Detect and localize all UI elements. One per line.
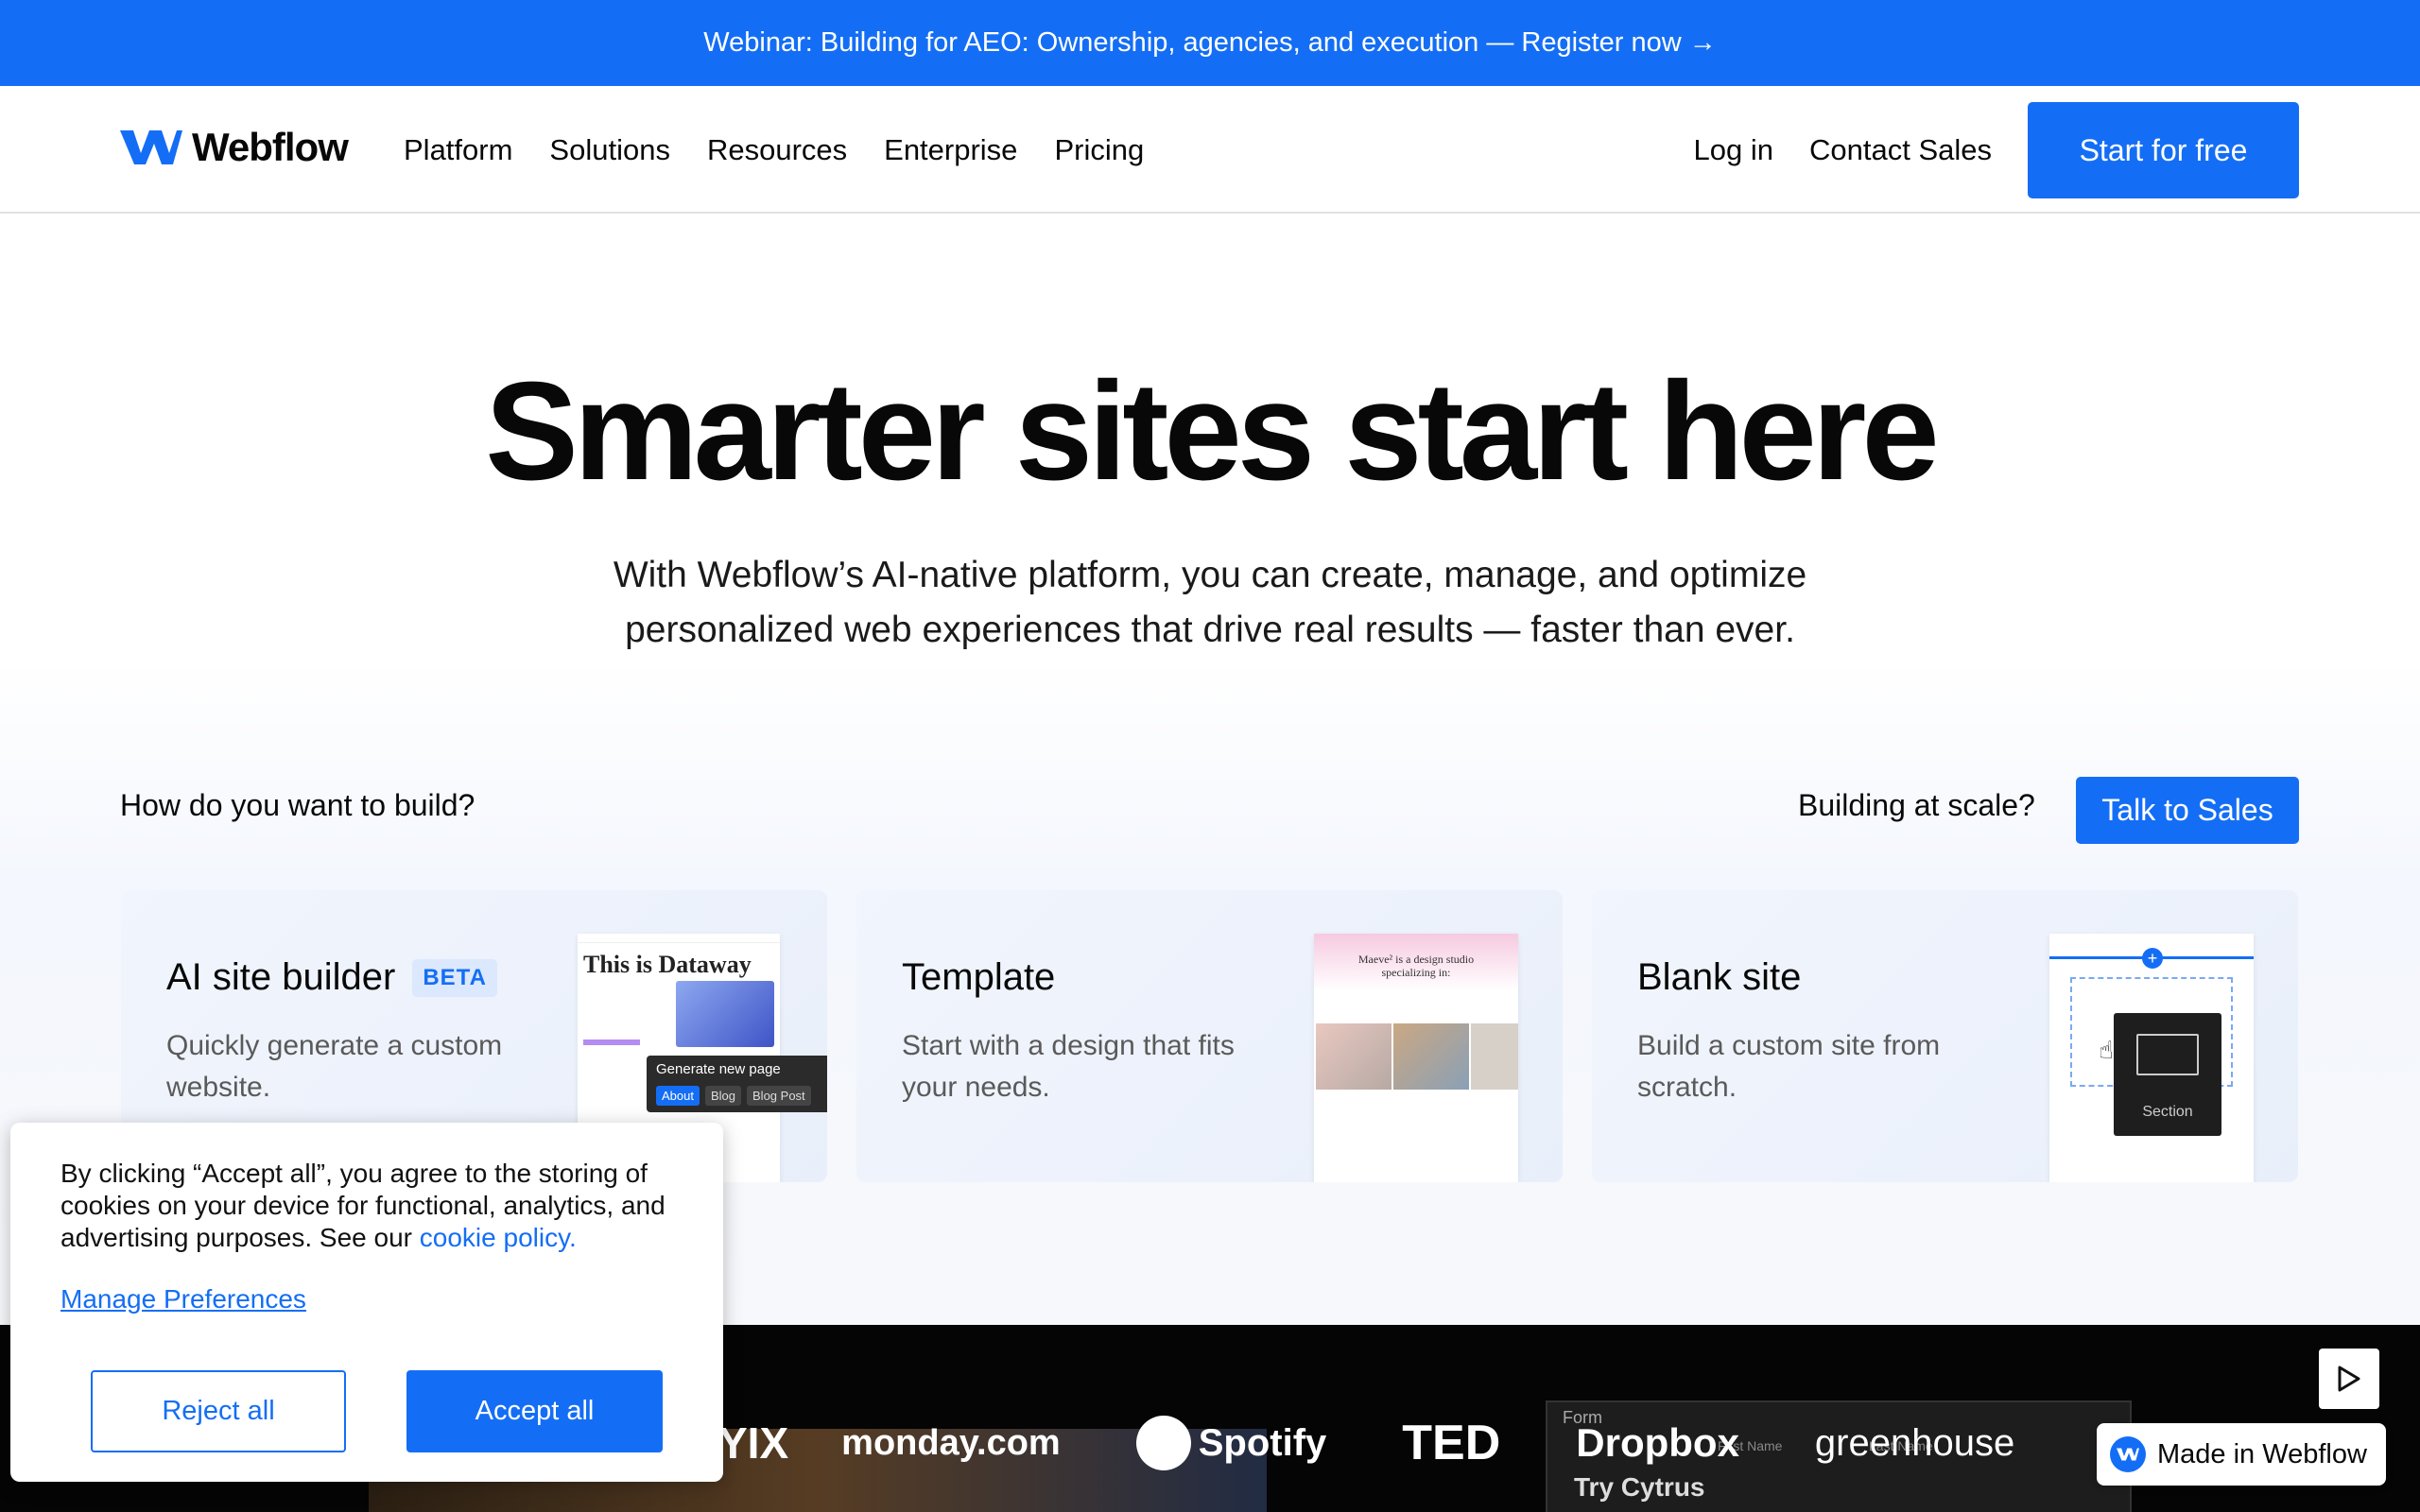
card-blank-site[interactable]: Blank site Build a custom site from scra… xyxy=(1592,890,2298,1182)
popup-title: Generate new page xyxy=(656,1061,781,1077)
cookie-text: By clicking “Accept all”, you agree to t… xyxy=(60,1158,703,1254)
webflow-badge-icon xyxy=(2110,1436,2146,1472)
nav-pricing[interactable]: Pricing xyxy=(1054,133,1144,167)
preview-image-1 xyxy=(1316,1023,1392,1090)
logo-ted: TED xyxy=(1402,1416,1501,1470)
announcement-banner[interactable]: Webinar: Building for AEO: Ownership, ag… xyxy=(0,0,2420,86)
logo-spotify: Spotify xyxy=(1135,1416,1327,1470)
spotify-text: Spotify xyxy=(1198,1421,1327,1464)
preview-heading: Maeve² is a design studio specializing i… xyxy=(1357,953,1475,979)
card-template[interactable]: Template Start with a design that fits y… xyxy=(856,890,1563,1182)
card-title: AI site builder BETA xyxy=(166,956,497,999)
popup-chips: About Blog Blog Post xyxy=(656,1086,811,1106)
blank-site-preview: + Section ☝ xyxy=(2049,934,2254,1182)
preview-laptop-image xyxy=(676,981,774,1047)
webflow-logo-icon xyxy=(120,130,182,164)
logo-dropbox: Dropbox xyxy=(1576,1420,1739,1465)
plus-icon[interactable]: + xyxy=(2142,948,2163,969)
start-for-free-button[interactable]: Start for free xyxy=(2028,102,2299,198)
manage-preferences-link[interactable]: Manage Preferences xyxy=(60,1284,306,1314)
chip-about[interactable]: About xyxy=(656,1086,700,1106)
cookie-consent-dialog: By clicking “Accept all”, you agree to t… xyxy=(10,1123,723,1482)
reject-all-button[interactable]: Reject all xyxy=(91,1370,346,1452)
main-nav: Webflow Platform Solutions Resources Ent… xyxy=(0,86,2420,214)
accept-all-button[interactable]: Accept all xyxy=(406,1370,663,1452)
card-description: Build a custom site from scratch. xyxy=(1637,1030,1941,1103)
spotify-icon xyxy=(1135,1416,1191,1470)
cookie-policy-link[interactable]: cookie policy. xyxy=(420,1223,577,1252)
card-description: Quickly generate a custom website. xyxy=(166,1030,503,1103)
logo-text: Webflow xyxy=(192,125,349,169)
generate-page-popup: Generate new page About Blog Blog Post xyxy=(647,1056,827,1112)
badge-text: Made in Webflow xyxy=(2157,1438,2367,1469)
chip-blog-post[interactable]: Blog Post xyxy=(747,1086,811,1106)
card-title: Blank site xyxy=(1637,956,1802,998)
logo-yix: YIX xyxy=(718,1418,789,1468)
section-block[interactable]: Section xyxy=(2114,1013,2221,1136)
template-preview: Maeve² is a design studio specializing i… xyxy=(1314,934,1518,1182)
logo-greenhouse: greenhouse xyxy=(1814,1421,2015,1464)
card-description: Start with a design that fits your needs… xyxy=(902,1030,1235,1103)
play-icon xyxy=(2338,1366,2360,1392)
nav-solutions[interactable]: Solutions xyxy=(549,133,670,167)
preview-image-3 xyxy=(1471,1023,1518,1090)
hero-subtitle-line1: With Webflow’s AI-native platform, you c… xyxy=(613,555,1807,595)
hero-subtitle-line2: personalized web experiences that drive … xyxy=(625,610,1795,650)
scale-question: Building at scale? xyxy=(1798,788,2035,822)
contact-sales-link[interactable]: Contact Sales xyxy=(1809,133,1992,167)
preview-image-2 xyxy=(1393,1023,1469,1090)
nav-platform[interactable]: Platform xyxy=(404,133,512,167)
section-label: Section xyxy=(2142,1104,2193,1120)
webflow-logo[interactable]: Webflow xyxy=(120,124,349,171)
hero-subtitle: With Webflow’s AI-native platform, you c… xyxy=(529,548,1891,658)
login-link[interactable]: Log in xyxy=(1694,133,1773,167)
build-question: How do you want to build? xyxy=(120,788,475,822)
form-heading: Try Cytrus xyxy=(1574,1472,1705,1502)
beta-badge: BETA xyxy=(412,958,497,997)
chip-blog[interactable]: Blog xyxy=(704,1086,742,1106)
nav-links: Platform Solutions Resources Enterprise … xyxy=(404,86,1181,214)
talk-to-sales-button[interactable]: Talk to Sales xyxy=(2076,777,2299,844)
hero-title: Smarter sites start here xyxy=(485,353,1940,509)
made-in-webflow-badge[interactable]: Made in Webflow xyxy=(2097,1423,2386,1486)
hand-cursor-icon: ☝ xyxy=(2099,1036,2114,1064)
card-title-text: AI site builder xyxy=(166,956,396,998)
card-title: Template xyxy=(902,956,1056,998)
nav-enterprise[interactable]: Enterprise xyxy=(884,133,1017,167)
preview-topbar xyxy=(578,934,780,943)
nav-resources[interactable]: Resources xyxy=(707,133,847,167)
nav-actions: Log in Contact Sales Start for free xyxy=(1694,102,2299,198)
banner-text[interactable]: Webinar: Building for AEO: Ownership, ag… xyxy=(703,27,1716,59)
section-thumb xyxy=(2136,1034,2199,1075)
preview-heading: This is Dataway xyxy=(583,951,752,978)
logo-monday: monday.com xyxy=(841,1422,1061,1463)
preview-accent-bar xyxy=(583,1040,640,1045)
play-button[interactable] xyxy=(2319,1349,2379,1409)
customer-logos: YIX monday.com Spotify TED Dropbox green… xyxy=(718,1410,2090,1476)
